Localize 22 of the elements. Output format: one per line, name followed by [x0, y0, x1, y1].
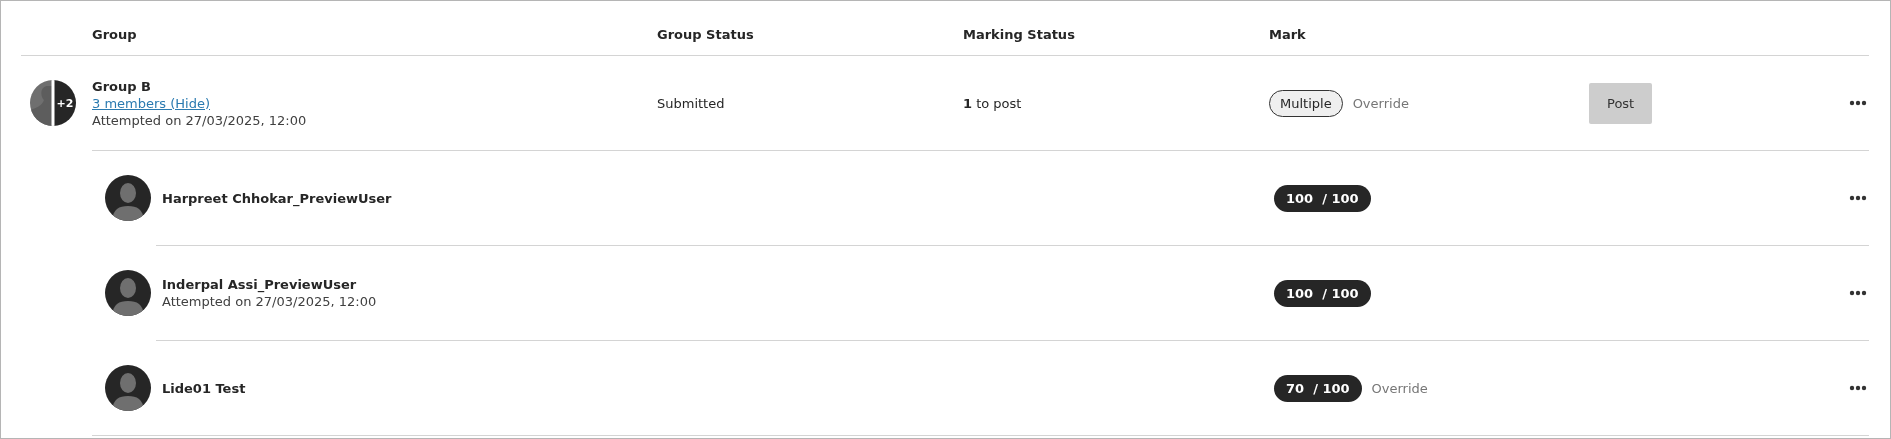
override-button[interactable]: Override [1363, 376, 1436, 400]
column-header: Group Status [657, 27, 755, 44]
attempt-date: Attempted on 27/03/2025, 12:00 [162, 294, 377, 309]
mark-button[interactable]: Multiple [1269, 89, 1343, 117]
members-link[interactable]: 3 members (Hide) [92, 95, 657, 111]
score-pill: 100 / 100 [1274, 184, 1371, 212]
column-header: Group [92, 27, 138, 44]
member-name: Lide01 Test [162, 380, 246, 396]
group-name: Group B [92, 78, 152, 94]
avatar [105, 270, 151, 316]
avatar [105, 175, 151, 221]
attempt-date: Attempted on 27/03/2025, 12:00 [92, 112, 308, 128]
member-name: Inderpal Assi_PreviewUser [162, 277, 358, 292]
group-status: Submitted [657, 95, 726, 111]
score-pill: 70 / 100 [1274, 374, 1362, 402]
member-name: Harpreet Chhokar_PreviewUser [162, 190, 392, 206]
marking-status: 1 to post [963, 95, 1023, 111]
column-header: Marking Status [963, 27, 1076, 44]
avatar [105, 365, 151, 411]
column-header: Mark [1269, 27, 1307, 44]
override-button[interactable]: Override [1344, 91, 1417, 115]
score-pill: 100 / 100 [1274, 279, 1371, 307]
